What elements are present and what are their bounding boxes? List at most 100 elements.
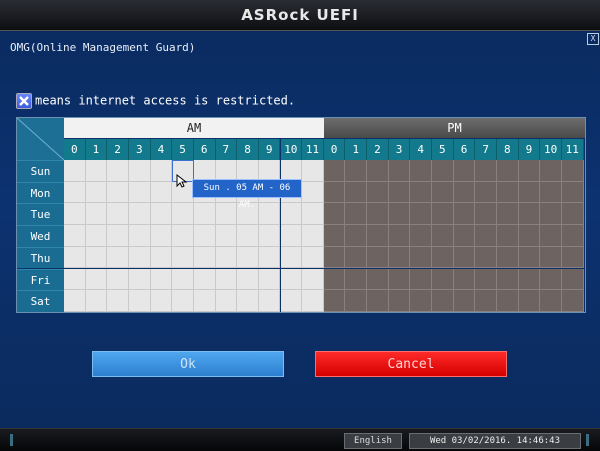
schedule-cell[interactable] (345, 290, 368, 312)
schedule-cell[interactable] (561, 181, 584, 204)
schedule-cell[interactable] (367, 225, 389, 247)
cancel-button[interactable]: Cancel (315, 351, 507, 377)
schedule-cell[interactable] (345, 181, 368, 204)
schedule-cell[interactable] (432, 160, 454, 182)
schedule-cell[interactable] (85, 246, 108, 269)
schedule-cell[interactable] (128, 268, 151, 291)
schedule-cell[interactable] (453, 160, 476, 182)
schedule-cell[interactable] (475, 268, 497, 291)
schedule-cell[interactable] (237, 268, 259, 291)
schedule-cell[interactable] (193, 268, 216, 291)
ok-button[interactable]: Ok (92, 351, 284, 377)
schedule-cell[interactable] (432, 290, 454, 312)
schedule-cell[interactable] (107, 246, 129, 269)
schedule-cell[interactable] (64, 225, 86, 247)
schedule-cell[interactable] (215, 225, 238, 247)
schedule-cell[interactable] (475, 181, 497, 204)
schedule-cell[interactable] (150, 246, 173, 269)
schedule-cell[interactable] (367, 181, 389, 204)
schedule-cell[interactable] (64, 181, 86, 204)
schedule-cell[interactable] (345, 246, 368, 269)
schedule-cell[interactable] (367, 160, 389, 182)
schedule-cell[interactable] (258, 225, 281, 247)
schedule-cell[interactable] (107, 290, 129, 312)
schedule-cell[interactable] (540, 181, 562, 204)
schedule-cell[interactable] (518, 246, 541, 269)
schedule-cell[interactable] (280, 290, 303, 312)
schedule-cell[interactable] (497, 203, 519, 226)
schedule-cell[interactable] (475, 203, 497, 226)
schedule-cell[interactable] (388, 181, 411, 204)
schedule-cell[interactable] (193, 290, 216, 312)
schedule-cell[interactable] (107, 225, 129, 247)
schedule-cell[interactable] (128, 225, 151, 247)
schedule-cell[interactable] (410, 203, 433, 226)
schedule-cell[interactable] (237, 246, 259, 269)
schedule-cell[interactable] (323, 268, 346, 291)
schedule-cell[interactable] (258, 290, 281, 312)
schedule-cell[interactable] (540, 246, 562, 269)
close-button[interactable]: X (587, 33, 599, 45)
schedule-cell[interactable] (258, 268, 281, 291)
schedule-cell[interactable] (215, 268, 238, 291)
schedule-cell[interactable] (64, 268, 86, 291)
schedule-cell[interactable] (388, 225, 411, 247)
schedule-cell[interactable] (302, 246, 324, 269)
schedule-cell[interactable] (410, 246, 433, 269)
schedule-cell[interactable] (172, 290, 194, 312)
schedule-cell[interactable] (497, 181, 519, 204)
schedule-cell[interactable] (432, 203, 454, 226)
schedule-cell[interactable] (453, 246, 476, 269)
schedule-cell[interactable] (367, 290, 389, 312)
schedule-cell[interactable] (453, 181, 476, 204)
schedule-cell[interactable] (345, 203, 368, 226)
schedule-cell[interactable] (302, 181, 324, 204)
schedule-cell[interactable] (410, 160, 433, 182)
schedule-cell[interactable] (150, 160, 173, 182)
schedule-cell[interactable] (193, 203, 216, 226)
schedule-cell[interactable] (561, 246, 584, 269)
schedule-cell[interactable] (258, 246, 281, 269)
schedule-cell[interactable] (518, 225, 541, 247)
schedule-cell[interactable] (107, 160, 129, 182)
schedule-cell[interactable] (64, 160, 86, 182)
schedule-cell[interactable] (323, 225, 346, 247)
schedule-cell[interactable] (345, 160, 368, 182)
schedule-cell[interactable] (475, 290, 497, 312)
schedule-cell[interactable] (410, 268, 433, 291)
schedule-cell[interactable] (258, 203, 281, 226)
schedule-cell[interactable] (215, 290, 238, 312)
schedule-cell[interactable] (302, 268, 324, 291)
schedule-cell[interactable] (388, 246, 411, 269)
schedule-cell[interactable] (518, 203, 541, 226)
schedule-cell[interactable] (107, 203, 129, 226)
schedule-cell[interactable] (302, 203, 324, 226)
schedule-cell[interactable] (561, 290, 584, 312)
schedule-cell[interactable] (302, 160, 324, 182)
schedule-cell[interactable] (150, 290, 173, 312)
schedule-cell[interactable] (323, 181, 346, 204)
schedule-cell[interactable] (64, 246, 86, 269)
schedule-cell[interactable] (150, 225, 173, 247)
schedule-cell[interactable] (280, 225, 303, 247)
schedule-cell[interactable] (497, 268, 519, 291)
schedule-cell[interactable] (85, 203, 108, 226)
schedule-cell[interactable] (280, 246, 303, 269)
schedule-cell[interactable] (561, 160, 584, 182)
schedule-cell[interactable] (518, 290, 541, 312)
schedule-cell[interactable] (410, 225, 433, 247)
schedule-cell[interactable] (302, 290, 324, 312)
schedule-cell[interactable] (215, 246, 238, 269)
schedule-cell[interactable] (453, 268, 476, 291)
schedule-cell[interactable] (388, 290, 411, 312)
schedule-cell[interactable] (475, 246, 497, 269)
schedule-cell[interactable] (388, 203, 411, 226)
schedule-cell[interactable] (193, 246, 216, 269)
schedule-cell[interactable] (85, 181, 108, 204)
schedule-cell[interactable] (432, 246, 454, 269)
schedule-cell[interactable] (85, 268, 108, 291)
schedule-cell[interactable] (518, 160, 541, 182)
schedule-cell[interactable] (128, 290, 151, 312)
schedule-cell[interactable] (432, 225, 454, 247)
schedule-cell[interactable] (561, 268, 584, 291)
